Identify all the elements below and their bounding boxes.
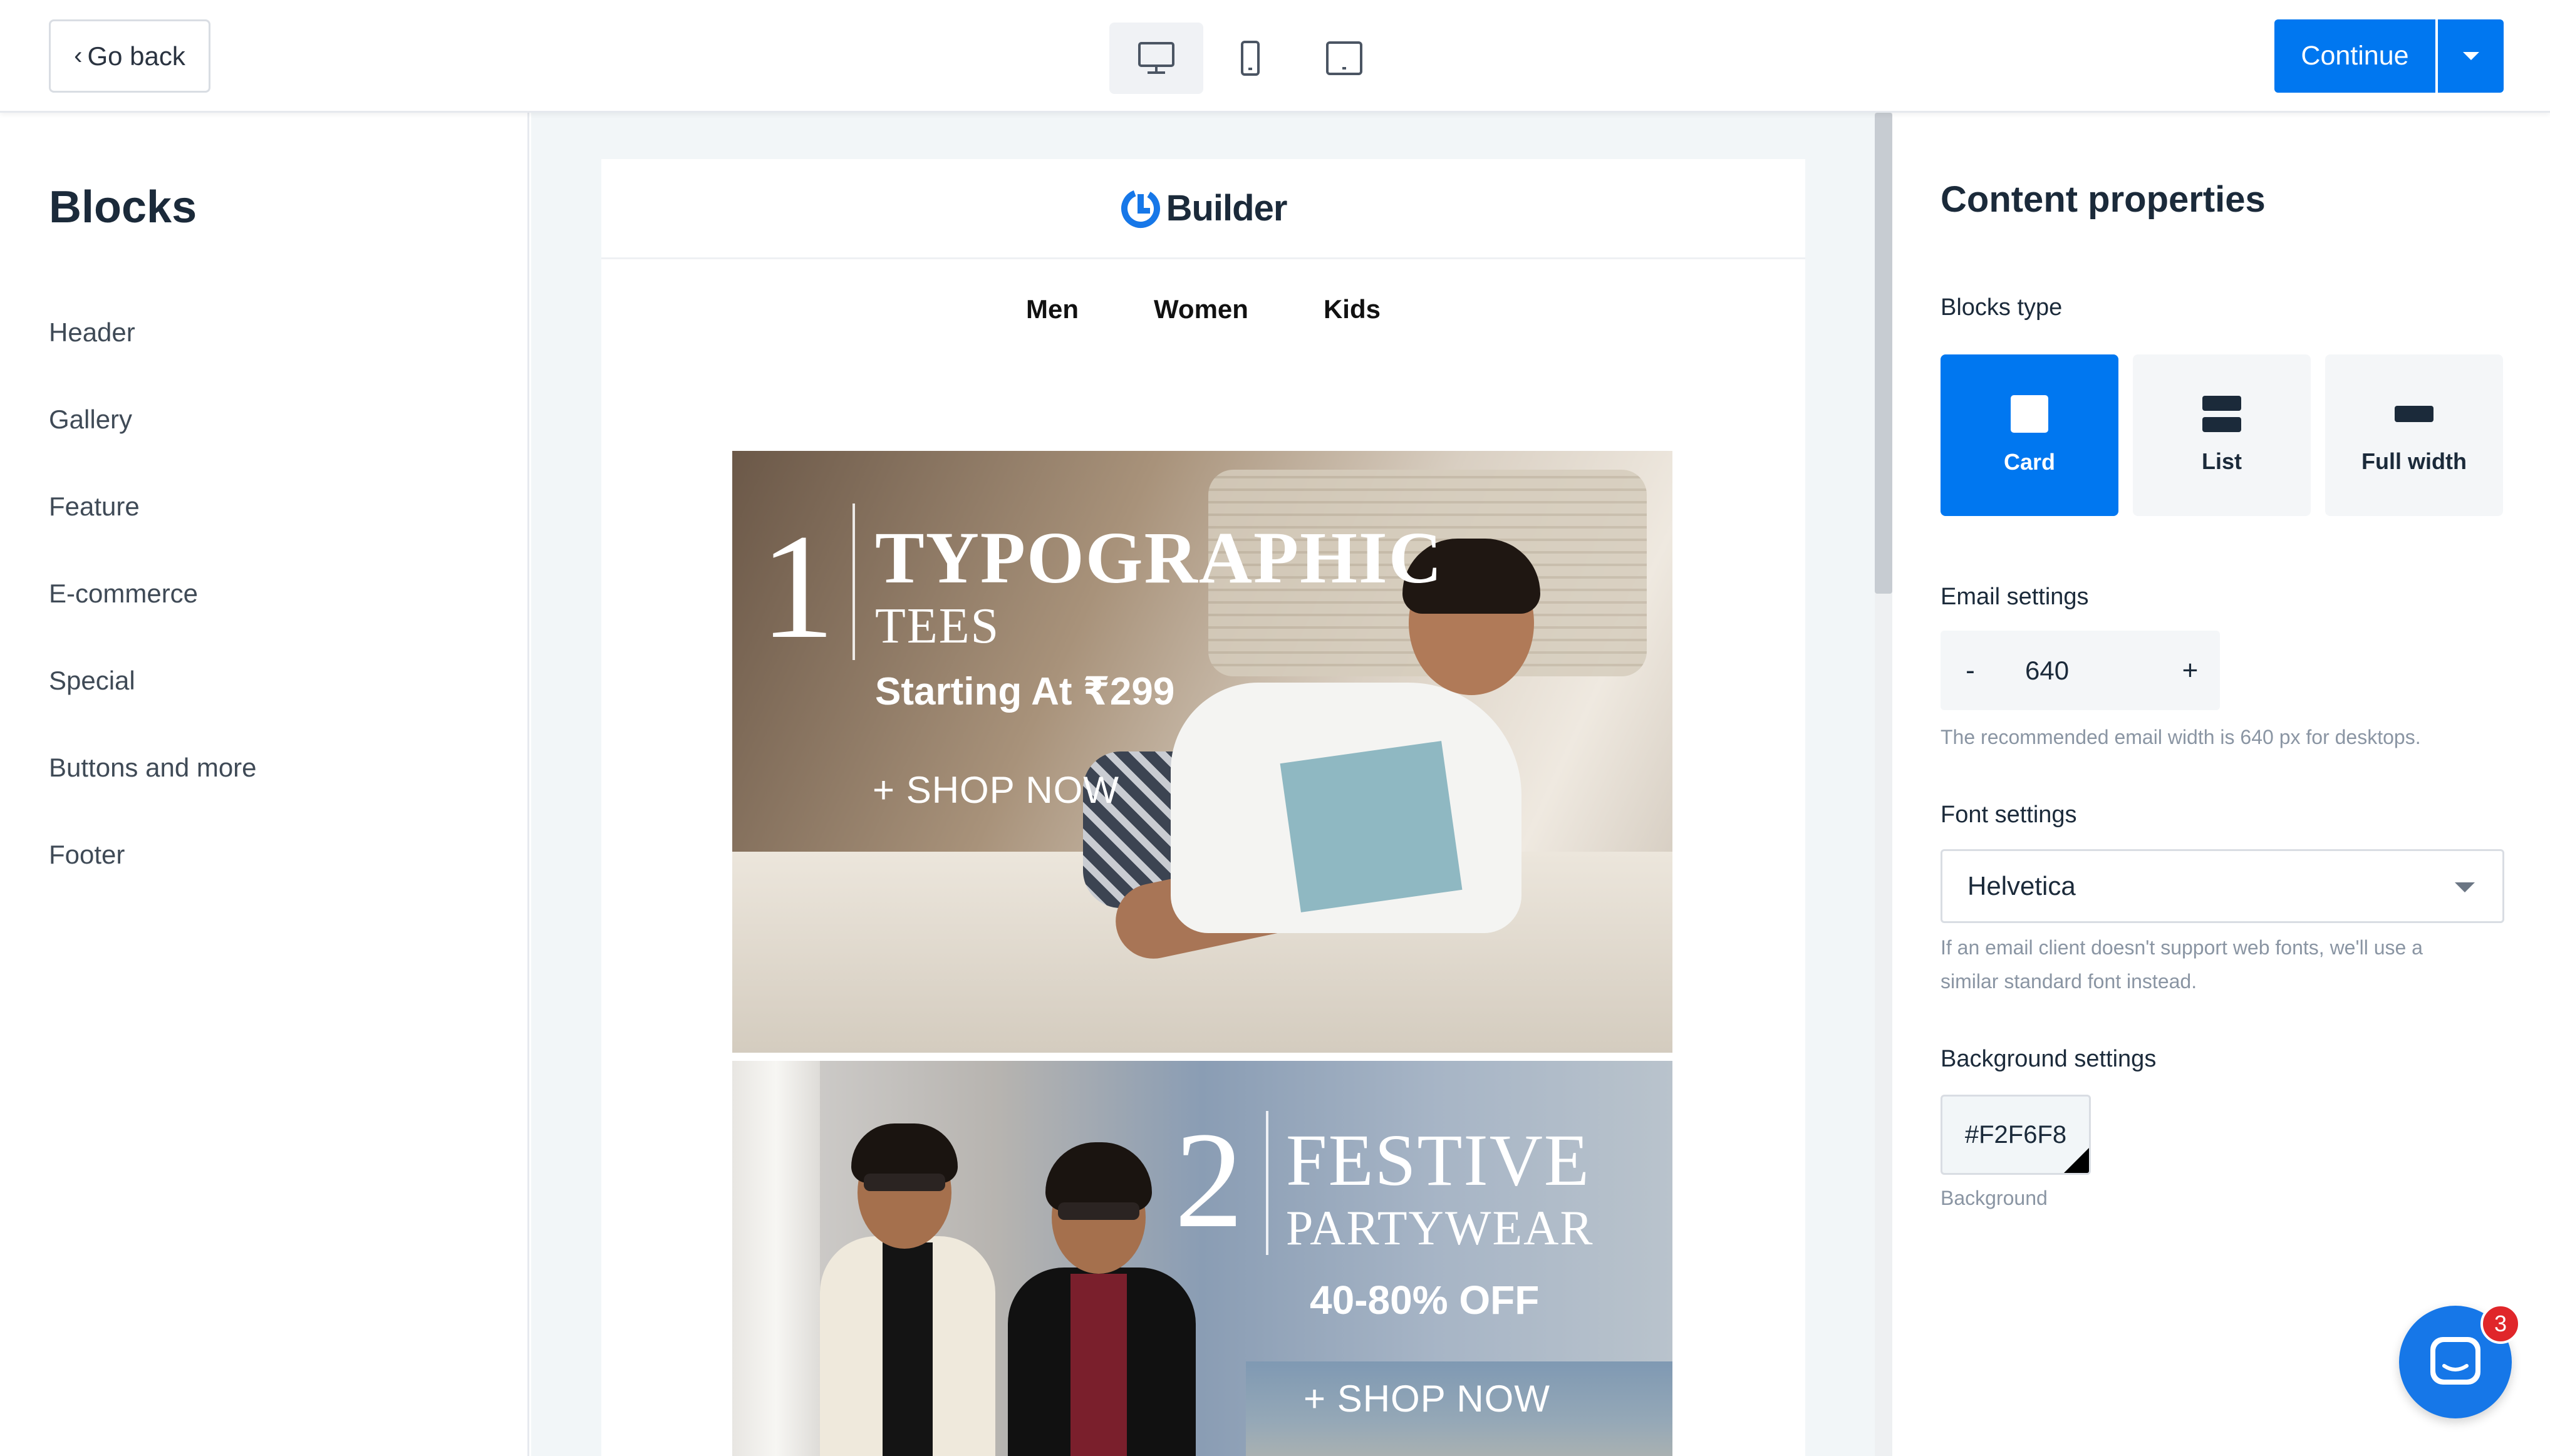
banner1-title-line2: TEES	[875, 599, 1000, 654]
brand-logo: Builder	[1120, 187, 1287, 229]
blocks-type-full-width-label: Full width	[2361, 448, 2467, 474]
sidebar-item-special[interactable]: Special	[49, 665, 257, 752]
banner2-number: 2	[1174, 1103, 1243, 1256]
background-color-value: #F2F6F8	[1964, 1120, 2067, 1149]
font-settings-label: Font settings	[1941, 802, 2077, 828]
tablet-preview-button[interactable]	[1297, 23, 1391, 94]
font-hint-line2: similar standard font instead.	[1941, 970, 2197, 993]
chevron-left-icon: ‹	[74, 42, 83, 70]
blocks-type-selector: Card List Full width	[1941, 354, 2503, 516]
go-back-button[interactable]: ‹ Go back	[49, 19, 210, 93]
content-properties-panel: Content properties Blocks type Card List…	[1892, 113, 2550, 1456]
banner2-title-line1: FESTIVE	[1286, 1119, 1590, 1201]
font-hint-line1: If an email client doesn't support web f…	[1941, 936, 2423, 959]
banner2-title-line2: PARTYWEAR	[1286, 1200, 1594, 1255]
caret-down-icon	[2462, 52, 2479, 60]
tablet-icon	[1326, 41, 1362, 75]
background-color-picker[interactable]: #F2F6F8	[1941, 1095, 2091, 1175]
email-preview[interactable]: Builder Men Women Kids 1 TYPOGRAPHIC TEE…	[601, 159, 1805, 1456]
font-select[interactable]: Helvetica	[1941, 849, 2504, 923]
chat-icon	[2430, 1337, 2480, 1385]
banner1-shop-now[interactable]: + SHOP NOW	[873, 772, 1119, 809]
color-picker-corner-icon	[2064, 1148, 2089, 1173]
email-header-block[interactable]: Builder	[601, 159, 1805, 259]
blocks-type-card[interactable]: Card	[1941, 354, 2118, 516]
curtain-shape	[732, 1061, 820, 1456]
nav-link-women[interactable]: Women	[1154, 294, 1248, 324]
blocks-list: Header Gallery Feature E-commerce Specia…	[49, 317, 257, 926]
email-width-input[interactable]: 640	[2000, 656, 2160, 686]
model-photo-right	[995, 1130, 1202, 1456]
email-width-hint: The recommended email width is 640 px fo…	[1941, 726, 2421, 748]
banner-typographic-tees[interactable]: 1 TYPOGRAPHIC TEES Starting At ₹299 + SH…	[732, 451, 1672, 1053]
blocks-sidebar: Blocks Header Gallery Feature E-commerce…	[0, 113, 529, 1456]
width-decrement-button[interactable]: -	[1941, 655, 2000, 686]
blocks-type-label: Blocks type	[1941, 294, 2063, 321]
banner-festive-partywear[interactable]: 2 FESTIVE PARTYWEAR 40-80% OFF + SHOP NO…	[732, 1061, 1672, 1456]
monitor-icon	[1138, 42, 1174, 74]
sidebar-item-e-commerce[interactable]: E-commerce	[49, 578, 257, 665]
sidebar-title: Blocks	[49, 182, 197, 232]
nav-link-kids[interactable]: Kids	[1324, 294, 1381, 324]
banner1-title-line1: TYPOGRAPHIC	[875, 517, 1443, 599]
banner1-offer: Starting At ₹299	[875, 670, 1175, 713]
full-width-icon	[2395, 406, 2433, 422]
mobile-preview-button[interactable]	[1203, 23, 1297, 94]
background-settings-label: Background settings	[1941, 1046, 2157, 1072]
sidebar-item-header[interactable]: Header	[49, 317, 257, 404]
sidebar-item-gallery[interactable]: Gallery	[49, 404, 257, 491]
caret-down-icon	[2455, 882, 2475, 892]
panel-title: Content properties	[1941, 179, 2266, 220]
blocks-type-full-width[interactable]: Full width	[2325, 354, 2503, 516]
email-canvas: Builder Men Women Kids 1 TYPOGRAPHIC TEE…	[531, 113, 1892, 1456]
go-back-label: Go back	[87, 41, 185, 71]
email-width-stepper: - 640 +	[1941, 631, 2220, 710]
banner2-shop-now[interactable]: + SHOP NOW	[1304, 1380, 1550, 1418]
card-icon	[2011, 395, 2048, 433]
builder-logo-icon	[1121, 188, 1160, 228]
phone-icon	[1241, 41, 1260, 76]
blocks-type-list-label: List	[2201, 448, 2242, 474]
top-bar: ‹ Go back Continue	[0, 0, 2550, 113]
list-icon	[2202, 396, 2241, 432]
blocks-type-card-label: Card	[2003, 449, 2056, 475]
continue-button[interactable]: Continue	[2274, 19, 2435, 93]
canvas-scrollbar-thumb[interactable]	[1875, 113, 1892, 594]
banner2-offer: 40-80% OFF	[1310, 1278, 1540, 1323]
nav-link-men[interactable]: Men	[1026, 294, 1079, 324]
model-photo-left	[814, 1111, 1002, 1456]
email-nav-block[interactable]: Men Women Kids	[601, 259, 1805, 353]
blocks-type-list[interactable]: List	[2133, 354, 2311, 516]
brand-name: Builder	[1166, 188, 1288, 229]
width-increment-button[interactable]: +	[2160, 655, 2220, 686]
continue-dropdown-button[interactable]	[2438, 19, 2504, 93]
email-settings-label: Email settings	[1941, 584, 2089, 610]
banner1-number: 1	[760, 503, 835, 669]
continue-split-button: Continue	[2274, 19, 2504, 93]
sidebar-item-footer[interactable]: Footer	[49, 839, 257, 926]
font-select-value: Helvetica	[1967, 871, 2076, 901]
sidebar-item-buttons-and-more[interactable]: Buttons and more	[49, 752, 257, 839]
device-preview-toggle	[1109, 23, 1391, 94]
background-caption: Background	[1941, 1187, 2048, 1209]
chat-unread-badge: 3	[2480, 1304, 2521, 1344]
sidebar-item-feature[interactable]: Feature	[49, 491, 257, 578]
desktop-preview-button[interactable]	[1109, 23, 1203, 94]
